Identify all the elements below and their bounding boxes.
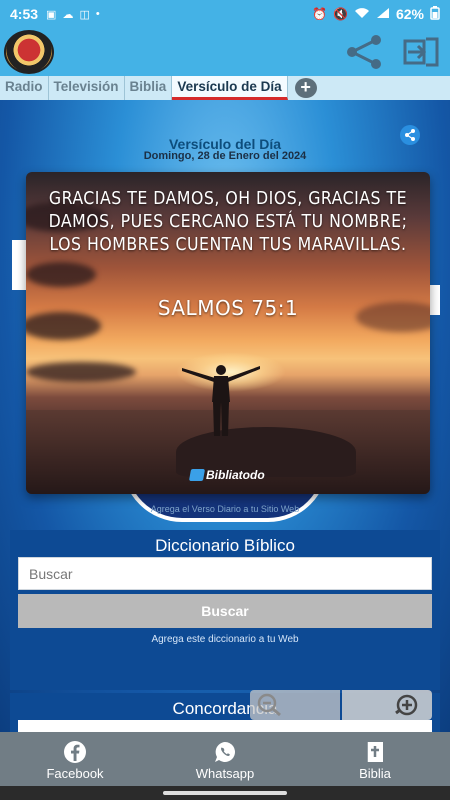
bottom-nav: Facebook Whatsapp Biblia bbox=[0, 732, 450, 786]
share-icon[interactable] bbox=[344, 34, 384, 70]
gallery-notification-icon: ▣ bbox=[46, 8, 57, 21]
alarm-icon: ⏰ bbox=[312, 7, 328, 21]
bibliatodo-logo-icon bbox=[188, 469, 206, 481]
brand-label: Bibliatodo bbox=[206, 468, 265, 482]
nav-whatsapp[interactable]: Whatsapp bbox=[150, 732, 300, 786]
add-tab-icon[interactable]: + bbox=[294, 78, 317, 98]
dictionary-panel: Diccionario Bíblico Buscar Agrega este d… bbox=[10, 530, 440, 690]
battery-percent: 62% bbox=[395, 6, 424, 22]
app-bar bbox=[0, 28, 450, 76]
facebook-icon bbox=[64, 741, 86, 763]
bible-icon bbox=[366, 742, 383, 762]
verse-text: Gracias te damos, oh Dios, gracias te da… bbox=[48, 189, 408, 255]
tab-biblia[interactable]: Biblia bbox=[125, 76, 173, 100]
person-silhouette bbox=[182, 365, 260, 436]
status-bar: 4:53 ▣ ☁ ◫ • ⏰ 🔇 62% bbox=[0, 0, 450, 28]
tab-television[interactable]: Televisión bbox=[49, 76, 125, 100]
mute-icon: 🔇 bbox=[333, 7, 348, 21]
status-time: 4:53 bbox=[10, 6, 39, 22]
dictionary-title: Diccionario Bíblico bbox=[155, 536, 295, 555]
status-right: ⏰ 🔇 62% bbox=[312, 5, 440, 23]
app-screen: 4:53 ▣ ☁ ◫ • ⏰ 🔇 62% Radio Televisión Bi… bbox=[0, 0, 450, 800]
side-panel-right bbox=[430, 285, 440, 315]
verse-reference: SALMOS 75:1 bbox=[157, 296, 299, 320]
signal-icon bbox=[376, 7, 390, 22]
gesture-handle[interactable] bbox=[163, 791, 287, 795]
gesture-bar bbox=[0, 786, 450, 800]
tab-radio[interactable]: Radio bbox=[0, 76, 49, 100]
cloud-shape bbox=[26, 362, 136, 382]
verse-image-card[interactable]: Gracias te damos, oh Dios, gracias te da… bbox=[26, 172, 430, 494]
nav-facebook-label: Facebook bbox=[46, 766, 104, 781]
verse-date: Domingo, 28 de Enero del 2024 bbox=[143, 150, 307, 162]
side-panel-left bbox=[12, 240, 26, 290]
wifi-icon bbox=[354, 7, 370, 22]
tab-bar: Radio Televisión Biblia Versículo de Día… bbox=[0, 76, 450, 100]
dictionary-embed-link[interactable]: Agrega este diccionario a tu Web bbox=[10, 634, 440, 645]
verse-embed-note[interactable]: Agrega el Verso Diario a tu Sitio Web bbox=[0, 504, 450, 514]
nav-biblia[interactable]: Biblia bbox=[300, 732, 450, 786]
battery-icon bbox=[430, 5, 440, 23]
tab-versiculo[interactable]: Versículo de Día bbox=[172, 76, 288, 100]
dictionary-search-input[interactable] bbox=[18, 557, 432, 590]
zoom-in-icon bbox=[395, 694, 418, 716]
exit-icon[interactable] bbox=[402, 36, 440, 68]
zoom-out-icon bbox=[257, 693, 281, 717]
nav-biblia-label: Biblia bbox=[359, 766, 391, 781]
app-logo bbox=[4, 30, 54, 74]
zoom-out-button[interactable] bbox=[250, 690, 340, 720]
share-verse-icon[interactable] bbox=[400, 125, 420, 145]
nav-whatsapp-label: Whatsapp bbox=[195, 766, 255, 781]
nav-facebook[interactable]: Facebook bbox=[0, 732, 150, 786]
whatsapp-icon bbox=[215, 742, 235, 762]
dictionary-search-button[interactable]: Buscar bbox=[18, 594, 432, 628]
zoom-in-button[interactable] bbox=[342, 690, 432, 720]
nfc-notification-icon: ◫ bbox=[79, 8, 90, 21]
dot-notification-icon: • bbox=[95, 8, 100, 20]
brand-watermark: Bibliatodo bbox=[188, 468, 265, 482]
cloud-shape bbox=[26, 262, 96, 287]
cloud-notification-icon: ☁ bbox=[62, 8, 74, 21]
